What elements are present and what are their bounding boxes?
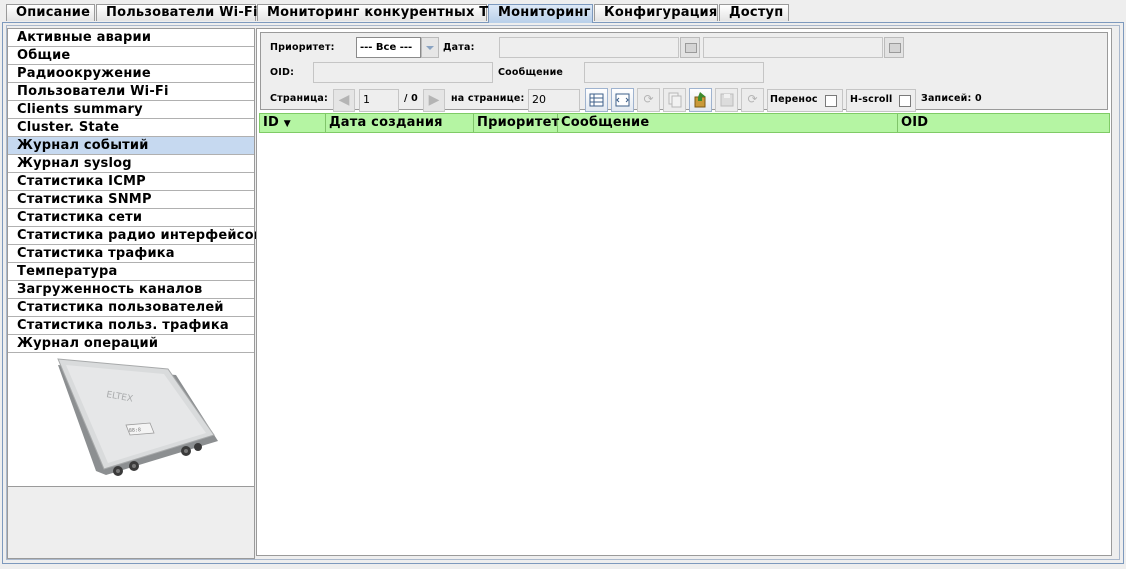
sidebar-item-icmp-stats[interactable]: Статистика ICMP (8, 173, 254, 191)
sidebar-item-active-alarms[interactable]: Активные аварии (8, 29, 254, 47)
refresh-icon: ⟳ (643, 92, 654, 106)
monitoring-sidebar: Активные аварии Общие Радиоокружение Пол… (7, 28, 262, 559)
records-count: Записей: 0 (921, 93, 982, 104)
column-id[interactable]: ID ▼ (260, 114, 326, 132)
columns-button[interactable] (585, 88, 608, 112)
save-icon (720, 93, 734, 107)
sidebar-item-radio-interface-stats[interactable]: Статистика радио интерфейсов (8, 227, 262, 245)
tab-bar: Описание Пользователи Wi-Fi Мониторинг к… (0, 0, 1126, 23)
tab-wifi-users[interactable]: Пользователи Wi-Fi (96, 4, 257, 21)
per-page-field[interactable]: 20 (528, 89, 580, 112)
svg-text:88:8: 88:8 (129, 427, 141, 434)
copy-icon (668, 92, 682, 108)
prev-page-button[interactable]: ◀ (333, 89, 355, 112)
next-page-button[interactable]: ▶ (423, 89, 445, 112)
sort-desc-icon: ▼ (283, 119, 291, 129)
sidebar-item-cluster-state[interactable]: Cluster. State (8, 119, 254, 137)
date-label: Дата: (443, 42, 475, 53)
sidebar-item-wifi-users[interactable]: Пользователи Wi-Fi (8, 83, 254, 101)
event-table-body (259, 133, 1110, 553)
fit-icon (615, 93, 630, 107)
sidebar-item-operation-log[interactable]: Журнал операций (8, 335, 254, 353)
sidebar-item-traffic-stats[interactable]: Статистика трафика (8, 245, 254, 263)
export-icon (694, 92, 706, 108)
column-id-label: ID (263, 115, 280, 130)
refresh-button[interactable]: ⟳ (637, 88, 660, 112)
auto-refresh-icon: ⟳ (747, 92, 758, 106)
sidebar-item-general[interactable]: Общие (8, 47, 254, 65)
date-from-field[interactable] (499, 37, 679, 58)
wrap-toggle: Перенос (767, 89, 843, 112)
oid-label: OID: (270, 67, 295, 78)
page-number-field[interactable]: 1 (359, 89, 399, 112)
hscroll-checkbox[interactable] (899, 95, 911, 107)
column-priority[interactable]: Приоритет (474, 114, 559, 132)
filter-panel: Приоритет: --- Все --- Дата: OID: Сообще… (260, 32, 1108, 112)
sidebar-item-clients-summary[interactable]: Clients summary (8, 101, 254, 119)
tab-access[interactable]: Доступ (719, 4, 789, 21)
priority-label: Приоритет: (270, 42, 335, 53)
arrow-left-icon: ◀ (338, 92, 350, 108)
oid-field[interactable] (313, 62, 493, 83)
tab-monitoring[interactable]: Мониторинг (488, 4, 593, 23)
date-to-field[interactable] (703, 37, 883, 58)
columns-icon (589, 93, 604, 107)
sidebar-item-user-stats[interactable]: Статистика пользователей (8, 299, 254, 317)
hscroll-toggle: H-scroll (846, 89, 916, 112)
auto-refresh-button[interactable]: ⟳ (741, 88, 764, 112)
tab-competitor-ap-monitoring[interactable]: Мониторинг конкурентных ТД (257, 4, 500, 21)
export-button[interactable] (689, 88, 712, 112)
sidebar-item-snmp-stats[interactable]: Статистика SNMP (8, 191, 254, 209)
wrap-checkbox[interactable] (825, 95, 837, 107)
access-point-illustration: 88:8 ELTEX (57, 358, 218, 476)
sidebar-item-channel-load[interactable]: Загруженность каналов (8, 281, 254, 299)
save-button[interactable] (715, 88, 738, 112)
priority-dropdown-button[interactable] (421, 37, 439, 58)
event-log-panel: Приоритет: --- Все --- Дата: OID: Сообще… (256, 28, 1112, 556)
column-oid[interactable]: OID (898, 114, 1109, 132)
tab-configuration[interactable]: Конфигурация (594, 4, 718, 21)
wrap-label: Перенос (770, 94, 818, 105)
sidebar-item-temperature[interactable]: Температура (8, 263, 254, 281)
page-label: Страница: (270, 93, 328, 104)
date-to-calendar-button[interactable] (884, 37, 904, 58)
device-image: 88:8 ELTEX (8, 353, 254, 487)
message-field[interactable] (584, 62, 764, 83)
message-label: Сообщение (498, 67, 564, 78)
copy-button[interactable] (663, 88, 686, 112)
column-created-date[interactable]: Дата создания (326, 114, 474, 132)
sidebar-item-network-stats[interactable]: Статистика сети (8, 209, 254, 227)
sidebar-item-user-traffic-stats[interactable]: Статистика польз. трафика (8, 317, 254, 335)
hscroll-label: H-scroll (850, 94, 893, 105)
event-table-header: ID ▼ Дата создания Приоритет Сообщение O… (259, 113, 1110, 133)
tab-description[interactable]: Описание (6, 4, 95, 21)
per-page-label: на странице: (451, 93, 525, 104)
chevron-down-icon (426, 46, 434, 50)
sidebar-item-event-log[interactable]: Журнал событий (8, 137, 254, 155)
column-message[interactable]: Сообщение (558, 114, 898, 132)
date-from-calendar-button[interactable] (680, 37, 700, 58)
fit-columns-button[interactable] (611, 88, 634, 112)
sidebar-item-radio-environment[interactable]: Радиоокружение (8, 65, 254, 83)
arrow-right-icon: ▶ (428, 92, 440, 108)
sidebar-item-syslog[interactable]: Журнал syslog (8, 155, 254, 173)
page-total: / 0 (404, 93, 418, 104)
priority-select[interactable]: --- Все --- (356, 37, 421, 58)
